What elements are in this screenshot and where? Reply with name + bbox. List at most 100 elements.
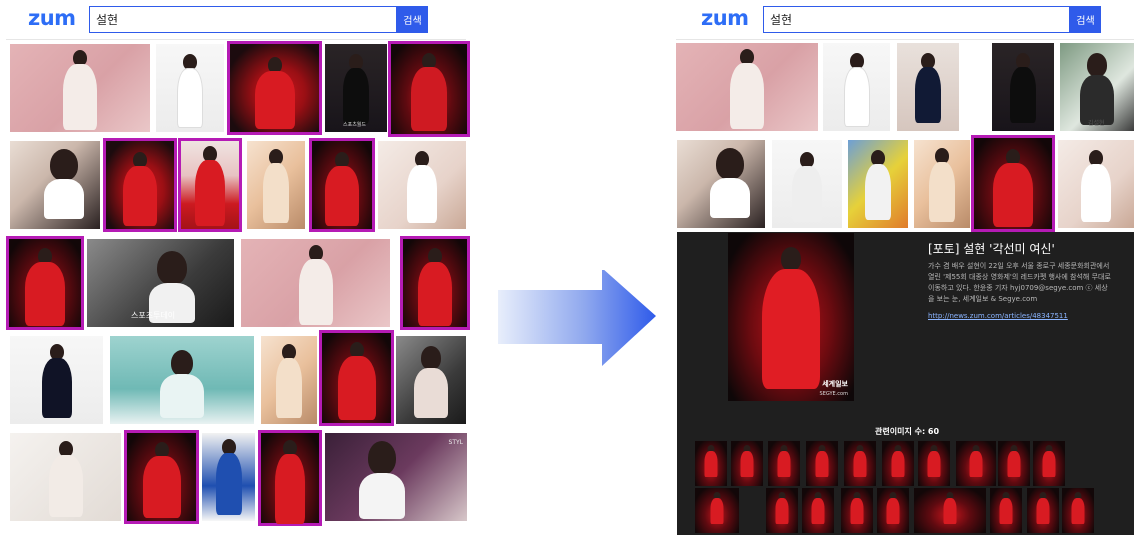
related-thumbnail[interactable] xyxy=(1062,488,1094,533)
figure-shape xyxy=(275,440,305,524)
related-thumbnail[interactable] xyxy=(695,441,727,486)
image-thumbnail[interactable] xyxy=(10,433,121,521)
figure-shape xyxy=(762,247,820,389)
image-thumbnail[interactable] xyxy=(110,336,254,424)
zum-logo[interactable]: zum xyxy=(28,6,76,30)
related-thumbnail[interactable] xyxy=(806,441,838,486)
figure-shape xyxy=(927,445,941,477)
detail-photo[interactable]: 세계일보 SEGYE.com xyxy=(728,233,854,401)
image-thumbnail-selected[interactable] xyxy=(388,41,470,137)
figure-shape xyxy=(843,53,870,127)
related-thumbnail[interactable] xyxy=(882,441,914,486)
figure-shape xyxy=(850,492,864,524)
image-thumbnail-selected[interactable] xyxy=(258,430,322,526)
image-thumbnail-selected[interactable] xyxy=(319,330,394,426)
figure-shape xyxy=(777,445,791,477)
image-thumbnail[interactable] xyxy=(241,239,390,327)
figure-shape xyxy=(160,350,204,418)
image-thumbnail[interactable]: 김설현 xyxy=(1060,43,1134,131)
related-thumbnail[interactable] xyxy=(998,441,1030,486)
image-thumbnail[interactable] xyxy=(992,43,1054,131)
search-button[interactable]: 검색 xyxy=(397,6,428,33)
search-button[interactable]: 검색 xyxy=(1070,6,1101,33)
image-thumbnail-selected[interactable] xyxy=(103,138,177,232)
search-input[interactable] xyxy=(764,7,1069,32)
image-thumbnail[interactable] xyxy=(848,140,908,228)
figure-shape xyxy=(298,245,333,325)
figure-shape xyxy=(740,445,754,477)
related-thumbnail[interactable] xyxy=(914,488,986,533)
figure-shape xyxy=(263,149,289,223)
image-thumbnail[interactable] xyxy=(156,44,224,132)
image-thumbnail-selected[interactable] xyxy=(6,236,84,330)
image-thumbnail[interactable] xyxy=(823,43,890,131)
image-thumbnail[interactable] xyxy=(677,140,765,228)
figure-shape xyxy=(63,50,97,130)
zum-logo[interactable]: zum xyxy=(701,6,749,30)
image-thumbnail[interactable]: STYL xyxy=(325,433,467,521)
related-thumbnail[interactable] xyxy=(844,441,876,486)
figure-shape xyxy=(865,150,891,220)
image-thumbnail[interactable]: 스포츠투데이 xyxy=(87,239,234,327)
related-thumbnail[interactable] xyxy=(918,441,950,486)
related-thumbnail[interactable] xyxy=(956,441,996,486)
related-thumbnail[interactable] xyxy=(731,441,763,486)
image-thumbnail-selected[interactable] xyxy=(124,430,199,524)
related-thumbnail[interactable] xyxy=(841,488,873,533)
figure-shape xyxy=(44,149,84,219)
image-thumbnail-selected[interactable] xyxy=(309,138,375,232)
image-thumbnail-selected[interactable] xyxy=(400,236,470,330)
related-thumbnail[interactable] xyxy=(802,488,834,533)
figure-shape xyxy=(358,441,405,519)
image-thumbnail[interactable] xyxy=(396,336,466,424)
related-thumbnail[interactable] xyxy=(990,488,1022,533)
photo-watermark-sub: SEGYE.com xyxy=(819,391,848,397)
image-thumbnail[interactable] xyxy=(261,336,317,424)
figure-shape xyxy=(730,49,764,129)
related-thumbnail[interactable] xyxy=(877,488,909,533)
image-thumbnail[interactable] xyxy=(914,140,970,228)
figure-shape xyxy=(999,492,1013,524)
image-thumbnail[interactable] xyxy=(897,43,959,131)
search-field[interactable] xyxy=(89,6,397,33)
figure-shape xyxy=(815,445,829,477)
related-thumbnail[interactable] xyxy=(766,488,798,533)
image-thumbnail-selected[interactable] xyxy=(971,135,1055,232)
figure-shape xyxy=(411,53,447,131)
related-count: 관련이미지 수: 60 xyxy=(875,427,940,436)
image-thumbnail[interactable] xyxy=(772,140,842,228)
image-thumbnail-selected[interactable] xyxy=(178,138,242,232)
image-thumbnail[interactable]: 스포츠월드 xyxy=(325,44,387,132)
figure-shape xyxy=(993,149,1033,227)
image-thumbnail[interactable] xyxy=(1058,140,1134,228)
related-thumbnail[interactable] xyxy=(768,441,800,486)
image-thumbnail[interactable] xyxy=(202,433,255,521)
figure-shape xyxy=(343,54,369,124)
image-thumbnail[interactable] xyxy=(10,336,103,424)
image-thumbnail[interactable] xyxy=(247,141,305,229)
figure-shape xyxy=(1042,445,1056,477)
image-thumbnail[interactable] xyxy=(10,44,150,132)
related-thumbnail[interactable] xyxy=(1027,488,1059,533)
image-thumbnail[interactable] xyxy=(676,43,818,131)
image-thumbnail[interactable] xyxy=(378,141,466,229)
figure-shape xyxy=(929,148,955,222)
figure-shape xyxy=(775,492,789,524)
related-thumbnail[interactable] xyxy=(1033,441,1065,486)
figure-shape xyxy=(811,492,825,524)
figure-shape xyxy=(254,57,295,129)
related-thumbnail[interactable] xyxy=(695,488,739,533)
detail-source-link[interactable]: http://news.zum.com/articles/48347511 xyxy=(928,312,1068,320)
figure-shape xyxy=(891,445,905,477)
figure-shape xyxy=(123,152,157,226)
figure-shape xyxy=(1071,492,1085,524)
divider xyxy=(6,39,466,40)
figure-shape xyxy=(1081,150,1111,222)
image-thumbnail[interactable] xyxy=(10,141,100,229)
search-field[interactable] xyxy=(763,6,1070,33)
image-thumbnail-selected[interactable] xyxy=(227,41,322,135)
search-input[interactable] xyxy=(90,7,396,32)
left-search-panel: zum 검색 스포츠월드 스포츠투데이 xyxy=(0,0,476,535)
watermark: 김설현 xyxy=(1088,120,1105,127)
figure-shape xyxy=(710,492,724,524)
